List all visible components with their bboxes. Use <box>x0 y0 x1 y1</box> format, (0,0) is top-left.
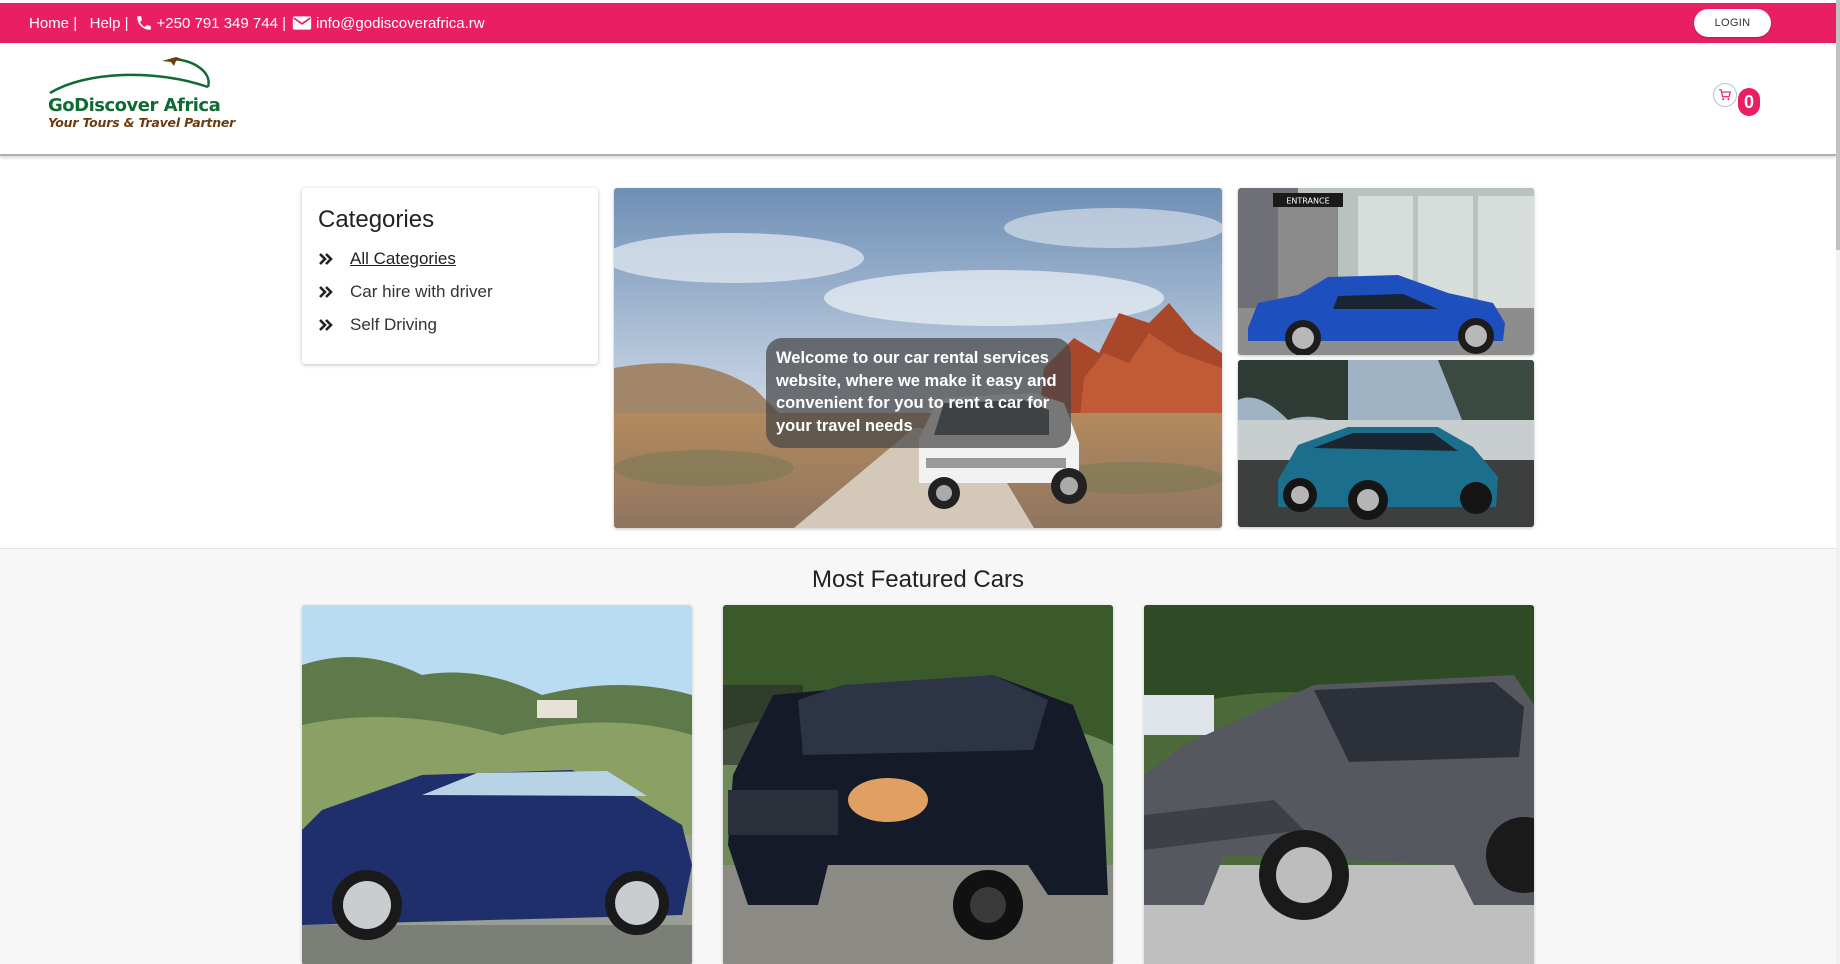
help-link[interactable]: Help <box>90 15 121 32</box>
categories-card: Categories All Categories Car hire with … <box>302 188 598 364</box>
featured-section: Most Featured Cars <box>0 548 1836 964</box>
cart-button[interactable]: 0 <box>1713 83 1760 119</box>
featured-car-card[interactable] <box>302 605 692 964</box>
home-link[interactable]: Home <box>29 15 69 32</box>
logo-swoosh-icon <box>49 57 210 95</box>
logo-name: GoDiscover Africa <box>48 95 221 116</box>
categories-title: Categories <box>318 206 435 233</box>
top-links: Home | Help | +250 791 349 744 | info@go… <box>29 3 485 43</box>
featured-title: Most Featured Cars <box>811 566 1025 593</box>
grey-suv-image <box>1144 605 1534 964</box>
category-all[interactable]: All Categories <box>318 242 582 275</box>
side-image-teal-hatchback[interactable] <box>1238 360 1534 527</box>
separator: | <box>73 14 78 32</box>
entrance-sign: ENTRANCE <box>1286 197 1329 206</box>
login-button[interactable]: LOGIN <box>1694 9 1771 37</box>
featured-car-card[interactable] <box>1144 605 1534 964</box>
category-label: Car hire with driver <box>350 281 493 301</box>
phone-icon <box>135 14 153 32</box>
blue-sedan-image <box>302 605 692 964</box>
double-chevron-right-icon <box>318 252 336 266</box>
category-self-driving[interactable]: Self Driving <box>318 308 582 341</box>
blue-coupe-image: ENTRANCE <box>1238 188 1534 355</box>
phone-number[interactable]: +250 791 349 744 <box>157 15 278 32</box>
double-chevron-right-icon <box>318 285 336 299</box>
category-car-hire-with-driver[interactable]: Car hire with driver <box>318 275 582 308</box>
scrollbar-thumb[interactable] <box>1836 0 1840 250</box>
email-address[interactable]: info@godiscoverafrica.rw <box>316 15 485 32</box>
teal-hatchback-image <box>1238 360 1534 527</box>
category-label: All Categories <box>350 248 456 268</box>
hero-banner[interactable]: Welcome to our car rental services websi… <box>614 188 1222 528</box>
hero-caption: Welcome to our car rental services websi… <box>766 338 1071 448</box>
separator: | <box>124 14 129 32</box>
site-header: GoDiscover Africa Your Tours & Travel Pa… <box>0 43 1836 156</box>
separator: | <box>282 14 286 32</box>
page-scrollbar[interactable] <box>1836 0 1840 964</box>
double-chevron-right-icon <box>318 318 336 332</box>
featured-car-card[interactable] <box>723 605 1113 964</box>
email-icon <box>292 15 312 31</box>
side-image-blue-coupe[interactable]: ENTRANCE <box>1238 188 1534 355</box>
black-suv-image <box>723 605 1113 964</box>
cart-count-badge: 0 <box>1738 88 1760 116</box>
cart-icon <box>1713 83 1737 107</box>
site-logo[interactable]: GoDiscover Africa Your Tours & Travel Pa… <box>46 51 235 133</box>
category-label: Self Driving <box>350 314 437 334</box>
logo-tagline: Your Tours & Travel Partner <box>48 115 236 130</box>
top-bar: Home | Help | +250 791 349 744 | info@go… <box>0 3 1836 43</box>
